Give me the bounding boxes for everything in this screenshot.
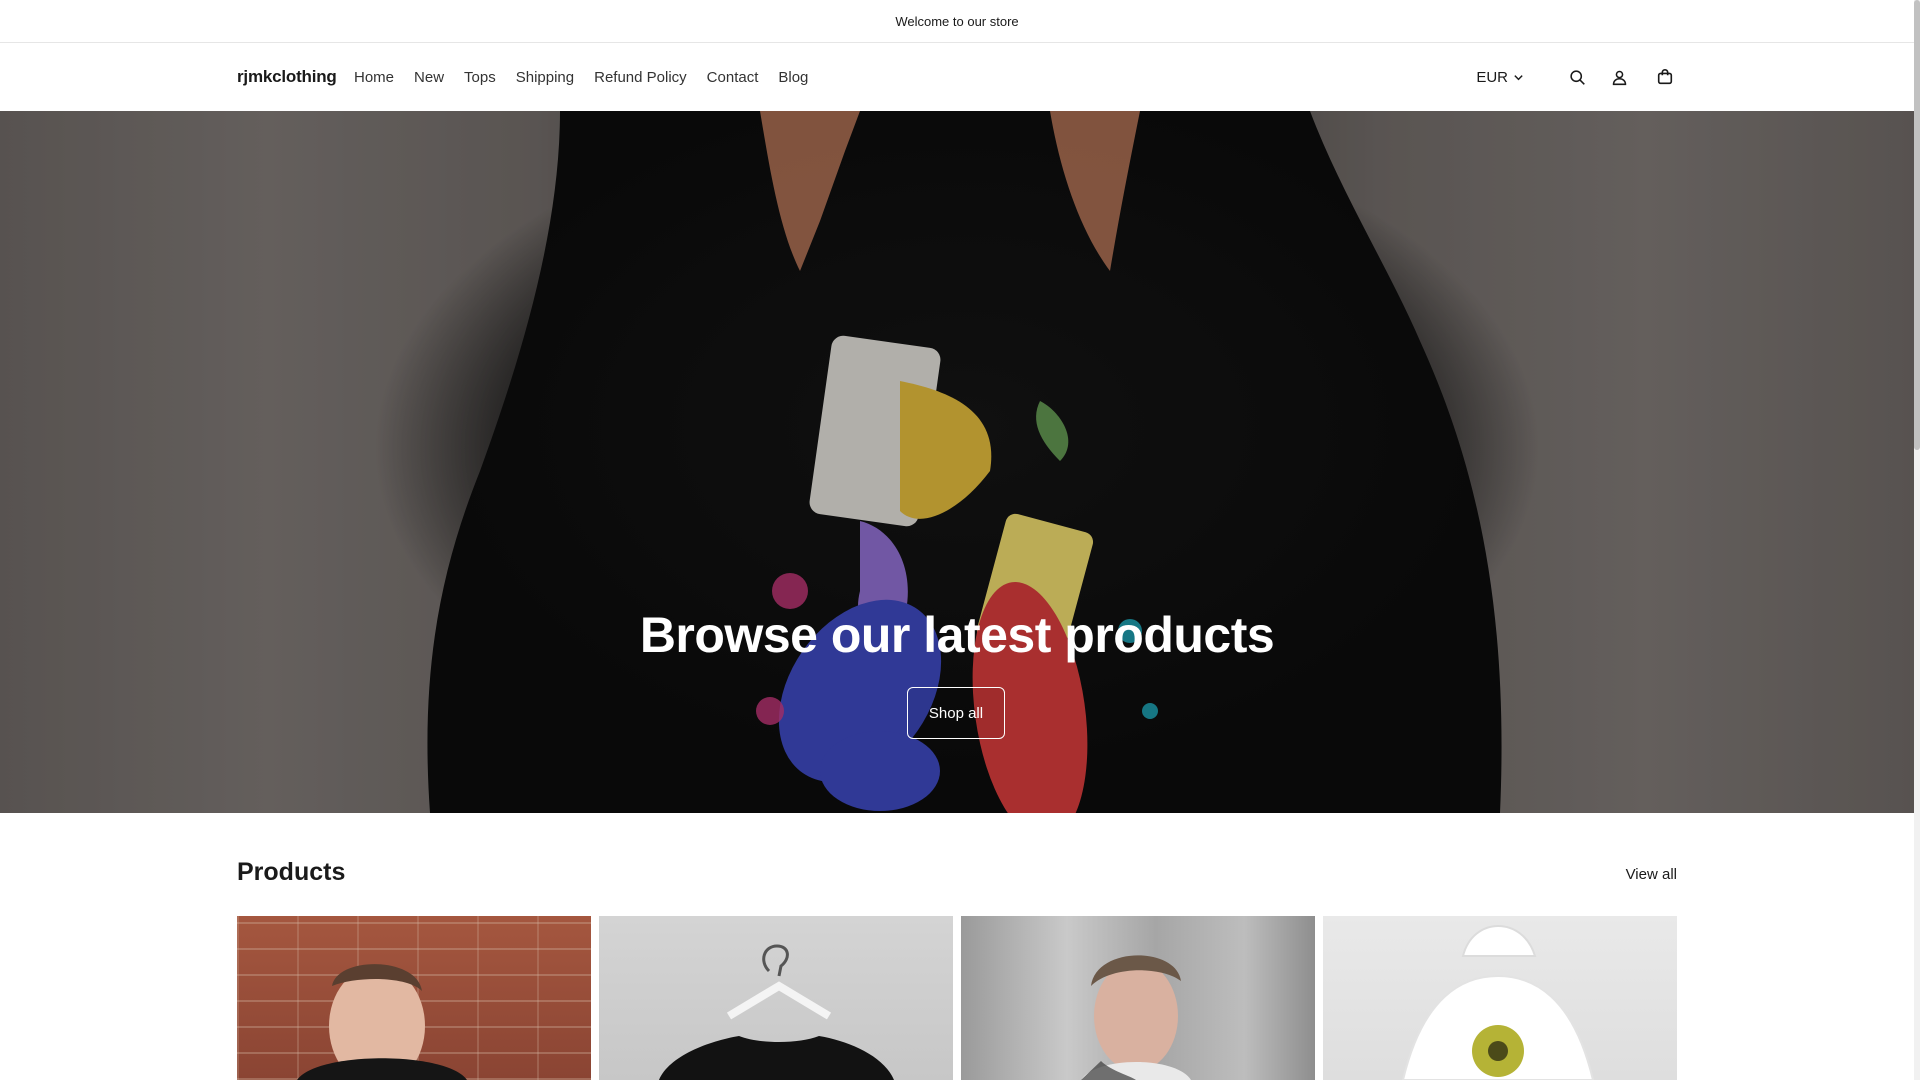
announcement-text: Welcome to our store [895,13,1019,29]
page-scrollbar[interactable] [1914,0,1920,1080]
nav-home[interactable]: Home [354,69,394,86]
chevron-down-icon [1514,74,1523,80]
nav-blog[interactable]: Blog [778,69,808,86]
product-image-4 [1401,925,1595,1080]
hero-heading: Browse our latest products [639,607,1275,663]
nav-shipping[interactable]: Shipping [516,69,574,86]
currency-selector[interactable]: EUR [1476,69,1524,86]
products-heading: Products [237,858,346,886]
scrollbar-thumb[interactable] [1914,0,1920,450]
cart-button[interactable] [1654,66,1676,88]
nav-tops[interactable]: Tops [464,69,496,86]
product-image-2 [659,944,894,1080]
product-card-2[interactable] [599,916,953,1080]
header-actions: EUR [1476,43,1676,111]
nav-new[interactable]: New [414,69,444,86]
site-header: rjmkclothing Home New Tops Shipping Refu… [0,43,1914,111]
store-logo[interactable]: rjmkclothing [237,43,337,111]
announcement-bar: Welcome to our store [0,0,1914,43]
account-icon [1612,70,1626,85]
product-card-3[interactable] [961,916,1315,1080]
nav-refund-policy[interactable]: Refund Policy [594,69,687,86]
product-card-4[interactable] [1323,916,1677,1080]
account-button[interactable] [1608,66,1630,88]
shop-all-button[interactable]: Shop all [907,687,1005,739]
cart-icon [1657,68,1673,85]
view-all-link[interactable]: View all [1626,866,1677,883]
search-button[interactable] [1566,66,1588,88]
product-model-1 [297,964,467,1080]
currency-label: EUR [1476,68,1508,86]
nav-contact[interactable]: Contact [707,69,759,86]
product-card-1[interactable] [237,916,591,1080]
search-icon [1569,69,1585,85]
product-image-3 [1081,955,1191,1080]
hero-banner: Browse our latest products Shop all [0,111,1914,813]
main-nav: Home New Tops Shipping Refund Policy Con… [354,43,828,111]
